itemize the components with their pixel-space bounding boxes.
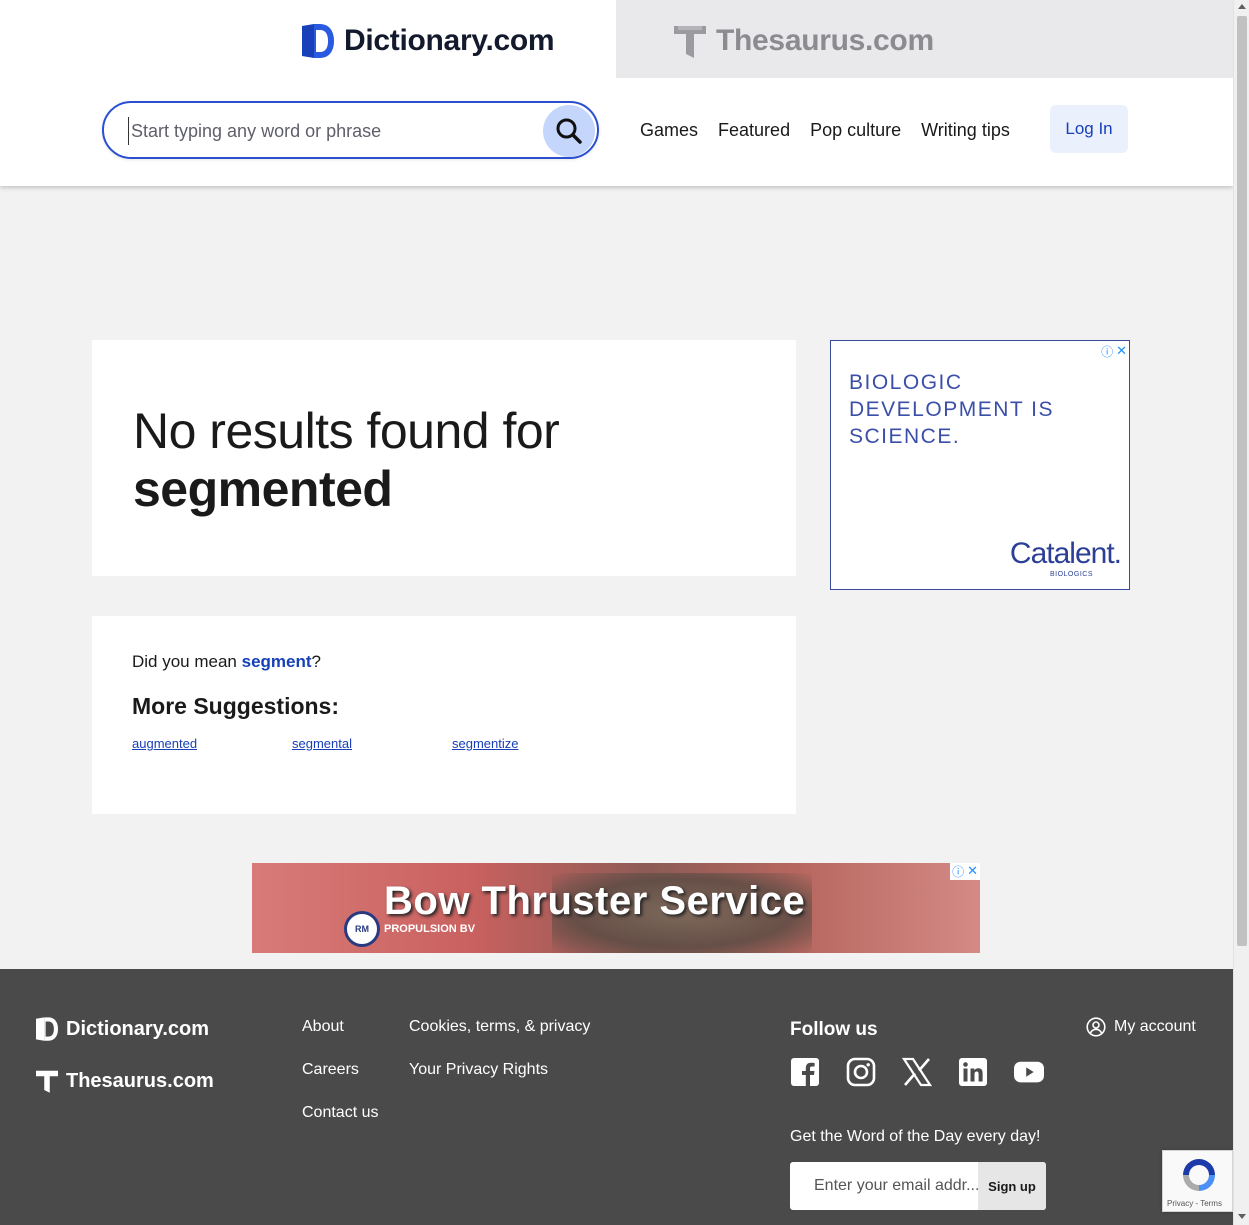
ad-close-icon[interactable]: ✕	[967, 863, 978, 880]
main-nav: Games Featured Pop culture Writing tips	[640, 120, 1030, 141]
side-ad-line: BIOLOGIC	[849, 371, 963, 394]
suggestion-link[interactable]: augmented	[132, 736, 292, 751]
no-results-heading: No results found for	[133, 403, 560, 459]
scroll-down-arrow-icon[interactable]	[1238, 1214, 1246, 1219]
account-icon	[1086, 1017, 1106, 1037]
banner-ad-company: PROPULSION BV	[384, 923, 476, 935]
signup-button[interactable]: Sign up	[978, 1162, 1046, 1210]
site-header: Dictionary.com Thesaurus.com Games Featu…	[0, 0, 1233, 186]
social-links	[790, 1057, 1044, 1087]
my-account-label: My account	[1114, 1018, 1196, 1035]
search-query: segmented	[133, 461, 393, 517]
side-ad-line: DEVELOPMENT IS	[849, 398, 1054, 421]
thesaurus-logo-icon	[674, 26, 706, 58]
x-icon[interactable]	[902, 1057, 932, 1087]
email-field[interactable]	[790, 1162, 978, 1210]
recaptcha-badge[interactable]: Privacy - Terms	[1162, 1150, 1233, 1212]
search-box	[102, 101, 599, 159]
nav-featured[interactable]: Featured	[718, 120, 790, 141]
side-ad-brand-sub: BIOLOGICS	[1049, 571, 1093, 578]
side-ad-text: BIOLOGIC DEVELOPMENT IS SCIENCE.	[849, 369, 1054, 450]
no-results-card: No results found for segmented	[92, 340, 796, 576]
follow-us-title: Follow us	[790, 1019, 878, 1040]
banner-ad-headline: Bow Thruster Service	[384, 879, 806, 923]
ad-choices[interactable]: ⓘ ✕	[950, 863, 980, 880]
did-you-mean-prefix: Did you mean	[132, 652, 237, 671]
footer-thesaurus-logo[interactable]: Thesaurus.com	[36, 1069, 214, 1093]
footer-link-privacy-rights[interactable]: Your Privacy Rights	[409, 1061, 548, 1079]
more-suggestions-title: More Suggestions:	[132, 693, 340, 719]
ad-choices[interactable]: ⓘ ✕	[1101, 343, 1127, 360]
suggestion-list: augmented segmental segmentize	[132, 736, 612, 751]
site-footer: Dictionary.com Thesaurus.com About Caree…	[0, 969, 1233, 1225]
side-ad-brand: Catalent.	[1009, 537, 1122, 570]
side-ad-line: SCIENCE.	[849, 425, 961, 448]
footer-dictionary-logo-text: Dictionary.com	[66, 1017, 209, 1040]
footer-link-careers[interactable]: Careers	[302, 1061, 359, 1079]
scroll-up-arrow-icon[interactable]	[1238, 4, 1246, 9]
instagram-icon[interactable]	[846, 1057, 876, 1087]
youtube-icon[interactable]	[1014, 1057, 1044, 1087]
suggestion-link[interactable]: segmental	[292, 736, 452, 751]
dictionary-logo-text: Dictionary.com	[344, 24, 555, 57]
nav-writing-tips[interactable]: Writing tips	[921, 120, 1010, 141]
thesaurus-logo-icon	[36, 1070, 58, 1093]
page-scrollbar[interactable]	[1233, 0, 1249, 1225]
newsletter-form: Sign up	[790, 1162, 1046, 1210]
footer-link-contact[interactable]: Contact us	[302, 1104, 378, 1122]
search-icon	[556, 118, 582, 144]
login-button[interactable]: Log In	[1050, 105, 1128, 153]
recaptcha-icon	[1183, 1159, 1215, 1191]
footer-dictionary-logo[interactable]: Dictionary.com	[36, 1017, 209, 1041]
dictionary-logo-icon	[36, 1017, 58, 1041]
suggestions-card: Did you mean segment? More Suggestions: …	[92, 616, 796, 814]
linkedin-icon[interactable]	[958, 1057, 988, 1087]
dictionary-logo-icon	[302, 24, 334, 58]
recaptcha-text[interactable]: Privacy - Terms	[1167, 1199, 1222, 1208]
ad-info-icon[interactable]: ⓘ	[952, 863, 964, 880]
tabs-bar: Dictionary.com Thesaurus.com	[0, 0, 1233, 78]
my-account-link[interactable]: My account	[1086, 1017, 1196, 1037]
ad-info-icon[interactable]: ⓘ	[1101, 343, 1113, 360]
suggestion-link[interactable]: segmentize	[452, 736, 612, 751]
nav-pop-culture[interactable]: Pop culture	[810, 120, 901, 141]
word-of-the-day-text: Get the Word of the Day every day!	[790, 1128, 1041, 1145]
side-ad[interactable]: BIOLOGIC DEVELOPMENT IS SCIENCE. Catalen…	[830, 340, 1130, 590]
footer-link-cookies[interactable]: Cookies, terms, & privacy	[409, 1018, 590, 1036]
did-you-mean-suffix: ?	[311, 652, 322, 671]
search-button[interactable]	[543, 105, 595, 157]
ad-close-icon[interactable]: ✕	[1116, 343, 1127, 360]
search-input[interactable]	[128, 117, 528, 145]
banner-ad-logo: RM	[344, 911, 380, 947]
footer-link-about[interactable]: About	[302, 1018, 344, 1036]
did-you-mean-link[interactable]: segment	[242, 652, 312, 671]
dictionary-logo[interactable]: Dictionary.com	[302, 24, 555, 58]
nav-games[interactable]: Games	[640, 120, 698, 141]
did-you-mean: Did you mean segment?	[132, 652, 321, 672]
thesaurus-logo-text: Thesaurus.com	[716, 24, 934, 57]
facebook-icon[interactable]	[790, 1057, 820, 1087]
thesaurus-logo[interactable]: Thesaurus.com	[674, 24, 934, 58]
banner-ad[interactable]: RM Bow Thruster Service PROPULSION BV ⓘ …	[252, 863, 980, 953]
footer-thesaurus-logo-text: Thesaurus.com	[66, 1069, 214, 1092]
scroll-thumb[interactable]	[1237, 16, 1247, 946]
